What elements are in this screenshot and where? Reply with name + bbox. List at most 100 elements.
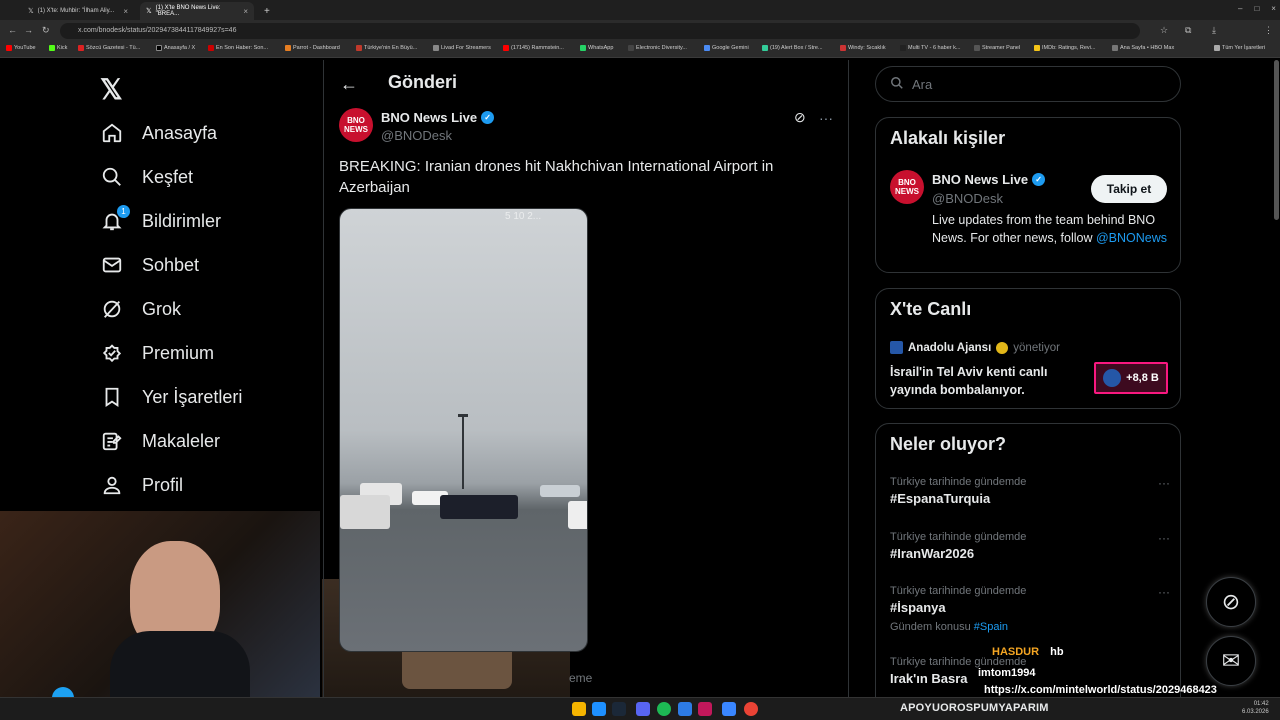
close-tab-icon[interactable]: × bbox=[123, 7, 128, 16]
tab-label: (1) X'te BNO News Live: "BREA... bbox=[155, 5, 221, 17]
back-icon[interactable]: ← bbox=[8, 25, 17, 35]
profile-icon bbox=[100, 473, 124, 497]
chat-user: imtom1994 bbox=[978, 667, 1036, 679]
system-clock[interactable]: 01:42 6.03.2026 bbox=[1242, 700, 1269, 716]
post-video[interactable]: 5 10 2... bbox=[339, 208, 588, 652]
x-logo-icon[interactable]: 𝕏 bbox=[100, 73, 123, 106]
follow-button[interactable]: Takip et bbox=[1091, 175, 1167, 203]
back-arrow-icon[interactable]: ← bbox=[340, 74, 358, 95]
bookmark[interactable]: Anasayfa / X bbox=[156, 45, 195, 51]
bookmark[interactable]: Windy: Sıcaklık bbox=[840, 45, 886, 51]
related-name[interactable]: BNO News Live ✓ bbox=[932, 172, 1046, 187]
nav-profile[interactable]: Profil bbox=[100, 470, 183, 500]
nav-home[interactable]: Anasayfa bbox=[100, 118, 217, 148]
news-icon bbox=[208, 45, 214, 51]
nav-chat[interactable]: Sohbet bbox=[100, 250, 199, 280]
nav-grok[interactable]: Grok bbox=[100, 294, 181, 324]
bookmark[interactable]: YouTube bbox=[6, 45, 36, 51]
search-input[interactable]: Ara bbox=[875, 66, 1181, 102]
related-avatar[interactable]: BNO NEWS bbox=[890, 170, 924, 204]
bookmark[interactable]: Streamer Panel bbox=[974, 45, 1020, 51]
more-options-icon[interactable]: ··· bbox=[1158, 585, 1170, 599]
bookmark[interactable]: Türkiye'nin En Büyü... bbox=[356, 45, 417, 51]
spotify-icon[interactable] bbox=[657, 702, 671, 716]
more-options-icon[interactable]: ··· bbox=[1158, 531, 1170, 545]
steam-icon[interactable] bbox=[612, 702, 626, 716]
author-handle[interactable]: @BNODesk bbox=[381, 128, 452, 143]
x-icon bbox=[156, 45, 162, 51]
live-headline[interactable]: İsrail'in Tel Aviv kenti canlı yayında b… bbox=[890, 363, 1080, 399]
whatsapp-icon bbox=[580, 45, 586, 51]
kick-icon bbox=[49, 45, 55, 51]
bookmark[interactable]: (17145) Rammstein... bbox=[503, 45, 564, 51]
nav-notifications[interactable]: 1 Bildirimler bbox=[100, 205, 221, 236]
all-bookmarks[interactable]: Tüm Yer İşaretleri bbox=[1214, 45, 1265, 51]
notification-badge: 1 bbox=[117, 205, 130, 218]
nav-label: Keşfet bbox=[142, 166, 194, 187]
star-icon[interactable]: ☆ bbox=[1160, 25, 1168, 36]
search-placeholder: Ara bbox=[912, 76, 933, 92]
bookmark[interactable]: WhatsApp bbox=[580, 45, 613, 51]
trend-name: #IranWar2026 bbox=[890, 546, 975, 561]
nav-bookmarks[interactable]: Yer İşaretleri bbox=[100, 382, 242, 412]
live-card: X'te Canlı Anadolu Ajansı yönetiyor İsra… bbox=[875, 288, 1181, 409]
nav-label: Sohbet bbox=[142, 254, 200, 275]
address-bar-row: ← → ↻ x.com/bnodesk/status/2029473844117… bbox=[0, 20, 1280, 42]
author-name[interactable]: BNO News Live ✓ bbox=[381, 110, 495, 125]
author-avatar[interactable]: BNO NEWS bbox=[339, 108, 373, 142]
maximize-icon[interactable]: □ bbox=[1254, 4, 1259, 13]
more-options-icon[interactable]: ··· bbox=[819, 110, 833, 126]
window-controls: – □ × bbox=[1238, 4, 1276, 13]
nav-premium[interactable]: Premium bbox=[100, 338, 214, 368]
browser-tab-active[interactable]: 𝕏 (1) X'te BNO News Live: "BREA... × bbox=[140, 2, 254, 20]
page-title: Gönderi bbox=[388, 72, 458, 92]
bookmark[interactable]: Parrot - Dashboard bbox=[285, 45, 340, 51]
reload-icon[interactable]: ↻ bbox=[42, 25, 50, 36]
imdb-icon bbox=[1034, 45, 1040, 51]
bookmark[interactable]: Kick bbox=[49, 45, 67, 51]
nav-label: Makaleler bbox=[142, 430, 221, 451]
extensions-icon[interactable]: ⧉ bbox=[1185, 25, 1191, 36]
trend-item[interactable]: Türkiye tarihinde gündemde #IranWar2026 … bbox=[890, 531, 1170, 561]
bookmark[interactable]: (19) Alert Box / Stre... bbox=[762, 45, 823, 51]
app-icon[interactable] bbox=[592, 702, 606, 716]
grok-fab-icon[interactable]: ⊘ bbox=[1206, 577, 1256, 627]
new-tab-button[interactable]: + bbox=[258, 2, 274, 20]
trend-sub-link[interactable]: #Spain bbox=[974, 621, 1008, 633]
nav-articles[interactable]: Makaleler bbox=[100, 426, 220, 456]
bookmark[interactable]: Google Gemini bbox=[704, 45, 749, 51]
close-window-icon[interactable]: × bbox=[1271, 4, 1276, 13]
related-handle[interactable]: @BNODesk bbox=[932, 191, 1003, 206]
bookmark[interactable]: IMDb: Ratings, Revi... bbox=[1034, 45, 1096, 51]
discord-icon[interactable] bbox=[636, 702, 650, 716]
live-listener-count[interactable]: +8,8 B bbox=[1094, 362, 1168, 394]
app-icon[interactable] bbox=[698, 702, 712, 716]
bio-link[interactable]: @BNONews bbox=[1096, 231, 1167, 245]
youtube-icon bbox=[6, 45, 12, 51]
bookmark[interactable]: Electronic Diversity... bbox=[628, 45, 687, 51]
chrome-icon[interactable] bbox=[744, 702, 758, 716]
close-tab-icon[interactable]: × bbox=[243, 7, 248, 16]
bookmark[interactable]: Multi TV - 6 haber k... bbox=[900, 45, 960, 51]
folder-icon[interactable] bbox=[572, 702, 586, 716]
nav-label: Anasayfa bbox=[142, 122, 218, 143]
bookmark[interactable]: En Son Haber: Son... bbox=[208, 45, 268, 51]
page-scrollbar[interactable] bbox=[1274, 60, 1279, 220]
download-icon[interactable]: ⤓ bbox=[1212, 25, 1216, 36]
trend-item[interactable]: Türkiye tarihinde gündemde #EspanaTurqui… bbox=[890, 476, 1170, 506]
nav-explore[interactable]: Keşfet bbox=[100, 162, 193, 192]
forward-icon[interactable]: → bbox=[24, 25, 33, 35]
menu-icon[interactable]: ⋮ bbox=[1264, 25, 1273, 36]
url-field[interactable]: x.com/bnodesk/status/2029473844117849927… bbox=[60, 23, 1140, 39]
app-icon[interactable] bbox=[678, 702, 692, 716]
browser-tab[interactable]: 𝕏 (1) X'te: Muhbir: "İlham Aliy... × bbox=[22, 2, 134, 20]
grok-icon[interactable]: ⊘ bbox=[794, 109, 806, 126]
minimize-icon[interactable]: – bbox=[1238, 4, 1242, 13]
bookmark[interactable]: Livad For Streamers bbox=[433, 45, 491, 51]
trend-item[interactable]: Türkiye tarihinde gündemde #İspanya Günd… bbox=[890, 585, 1170, 633]
live-source[interactable]: Anadolu Ajansı yönetiyor bbox=[890, 341, 1060, 354]
app-icon[interactable] bbox=[722, 702, 736, 716]
bookmark[interactable]: Sözcü Gazetesi - Tü... bbox=[78, 45, 140, 51]
more-options-icon[interactable]: ··· bbox=[1158, 476, 1170, 490]
bookmark[interactable]: Ana Sayfa • HBO Max bbox=[1112, 45, 1174, 51]
